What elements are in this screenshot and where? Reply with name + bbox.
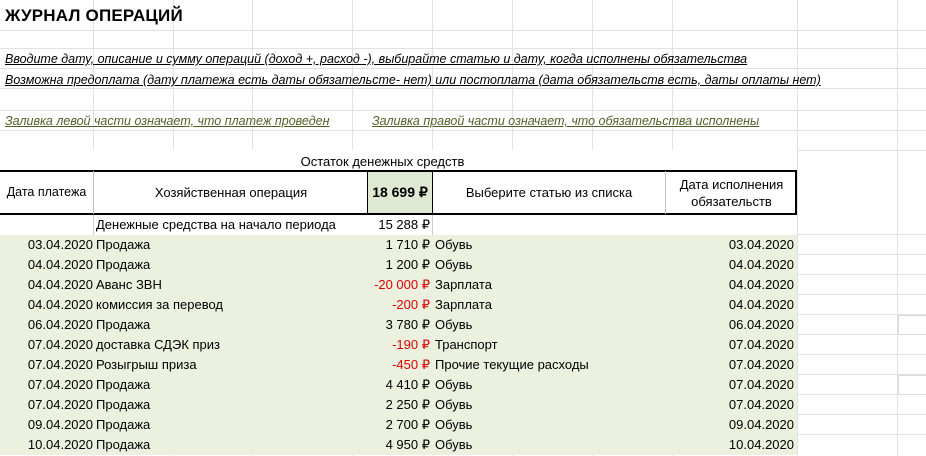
row-fulfil-date: 03.04.2020	[728, 237, 794, 252]
row-amount: -190 ₽	[392, 337, 430, 352]
balance-caption[interactable]: Остаток денежных средств	[93, 151, 672, 171]
table-row[interactable]: 04.04.2020 Продажа 1 200 ₽ Обувь 04.04.2020	[0, 255, 797, 275]
row-payment-date: 04.04.2020	[27, 257, 93, 272]
row-payment-date: 06.04.2020	[27, 317, 93, 332]
row-operation: доставка СДЭК приз	[96, 337, 221, 352]
row-category: Прочие текущие расходы	[435, 357, 589, 372]
row-operation: Продажа	[96, 417, 151, 432]
row-amount: 4 950 ₽	[385, 437, 430, 452]
row-payment-date: 03.04.2020	[27, 237, 93, 252]
table-row[interactable]: 03.04.2020 Продажа 1 710 ₽ Обувь 03.04.2020	[0, 235, 797, 255]
row-operation: Продажа	[96, 377, 151, 392]
table-row[interactable]: 04.04.2020 комиссия за перевод -200 ₽ Зарпл…	[0, 295, 797, 315]
row-payment-date: 04.04.2020	[27, 297, 93, 312]
row-payment-date: 07.04.2020	[27, 337, 93, 352]
row-category: Зарплата	[435, 297, 492, 312]
instruction-line-1[interactable]: Вводите дату, описание и сумму операций …	[5, 52, 747, 66]
row-category: Обувь	[435, 237, 473, 252]
opening-label: Денежные средства на начало периода	[96, 217, 336, 232]
table-row[interactable]: 06.04.2020 Продажа 3 780 ₽ Обувь 06.04.2020	[0, 315, 797, 335]
row-operation: комиссия за перевод	[96, 297, 223, 312]
row-operation: Розыгрыш приза	[96, 357, 197, 372]
header-payment-date[interactable]: Дата платежа	[0, 171, 93, 214]
row-payment-date: 10.04.2020	[27, 437, 93, 452]
table-row[interactable]: 07.04.2020 доставка СДЭК приз -190 ₽ Трансп…	[0, 335, 797, 355]
row-fulfil-date: 04.04.2020	[728, 257, 794, 272]
row-amount: 3 780 ₽	[385, 317, 430, 332]
row-category: Зарплата	[435, 277, 492, 292]
row-category: Обувь	[435, 257, 473, 272]
empty-cell[interactable]	[898, 315, 926, 335]
opening-amount: 15 288 ₽	[378, 217, 430, 232]
row-fulfil-date: 07.04.2020	[728, 337, 794, 352]
row-amount: 1 200 ₽	[385, 257, 430, 272]
header-fulfil-date[interactable]: Дата исполнения обязательств	[666, 171, 797, 214]
row-amount: -200 ₽	[392, 297, 430, 312]
row-payment-date: 09.04.2020	[27, 417, 93, 432]
row-category: Обувь	[435, 437, 473, 452]
row-amount: -450 ₽	[392, 357, 430, 372]
table-row[interactable]: 09.04.2020 Продажа 2 700 ₽ Обувь 09.04.2020	[0, 415, 797, 435]
row-operation: Продажа	[96, 437, 151, 452]
row-amount: 1 710 ₽	[385, 237, 430, 252]
header-right-border	[795, 170, 797, 215]
row-category: Обувь	[435, 397, 473, 412]
table-row[interactable]: 07.04.2020 Продажа 2 250 ₽ Обувь 07.04.2020	[0, 395, 797, 415]
header-operation[interactable]: Хозяйственная операция	[94, 171, 368, 214]
row-operation: Аванс ЗВН	[96, 277, 162, 292]
table-row[interactable]: 10.04.2020 Продажа 4 950 ₽ Обувь 10.04.2020	[0, 435, 797, 455]
legend-left-fill[interactable]: Заливка левой части означает, что платеж…	[5, 114, 329, 128]
row-amount: -20 000 ₽	[374, 277, 430, 292]
table-row[interactable]: 07.04.2020 Продажа 4 410 ₽ Обувь 07.04.2020	[0, 375, 797, 395]
legend-right-fill[interactable]: Заливка правой части означает, что обяза…	[372, 114, 759, 128]
row-payment-date: 04.04.2020	[27, 277, 93, 292]
balance-right-border	[432, 171, 433, 214]
instruction-line-2[interactable]: Возможна предоплата (дату платежа есть д…	[5, 73, 821, 87]
row-amount: 4 410 ₽	[385, 377, 430, 392]
row-fulfil-date: 04.04.2020	[728, 277, 794, 292]
row-category: Обувь	[435, 317, 473, 332]
header-fulfil-date-line2: обязательств	[691, 193, 772, 209]
row-payment-date: 07.04.2020	[27, 377, 93, 392]
balance-total[interactable]: 18 699 ₽	[368, 172, 432, 213]
header-top-border	[0, 170, 797, 172]
row-fulfil-date: 07.04.2020	[728, 397, 794, 412]
row-fulfil-date: 04.04.2020	[728, 297, 794, 312]
row-category: Транспорт	[435, 337, 498, 352]
row-payment-date: 07.04.2020	[27, 397, 93, 412]
header-category[interactable]: Выберите статью из списка	[433, 171, 665, 214]
balance-left-border	[367, 171, 368, 214]
row-fulfil-date: 07.04.2020	[728, 357, 794, 372]
fulfil-col-divider	[665, 171, 666, 214]
header-fulfil-date-line1: Дата исполнения	[679, 176, 784, 192]
row-payment-date: 07.04.2020	[27, 357, 93, 372]
row-fulfil-date: 07.04.2020	[728, 377, 794, 392]
empty-cell[interactable]	[898, 375, 926, 395]
table-row[interactable]: 04.04.2020 Аванс ЗВН -20 000 ₽ Зарплата 04.0…	[0, 275, 797, 295]
row-fulfil-date: 09.04.2020	[728, 417, 794, 432]
table-row[interactable]: 07.04.2020 Розыгрыш приза -450 ₽ Прочие тек…	[0, 355, 797, 375]
row-category: Обувь	[435, 417, 473, 432]
row-fulfil-date: 10.04.2020	[728, 437, 794, 452]
date-col-divider	[93, 171, 94, 214]
sheet-title[interactable]: ЖУРНАЛ ОПЕРАЦИЙ	[5, 6, 183, 26]
row-amount: 2 250 ₽	[385, 397, 430, 412]
opening-balance-row[interactable]: Денежные средства на начало периода 15 2…	[0, 215, 797, 235]
row-amount: 2 700 ₽	[385, 417, 430, 432]
row-operation: Продажа	[96, 317, 151, 332]
row-category: Обувь	[435, 377, 473, 392]
row-fulfil-date: 06.04.2020	[728, 317, 794, 332]
row-operation: Продажа	[96, 237, 151, 252]
row-operation: Продажа	[96, 397, 151, 412]
row-operation: Продажа	[96, 257, 151, 272]
